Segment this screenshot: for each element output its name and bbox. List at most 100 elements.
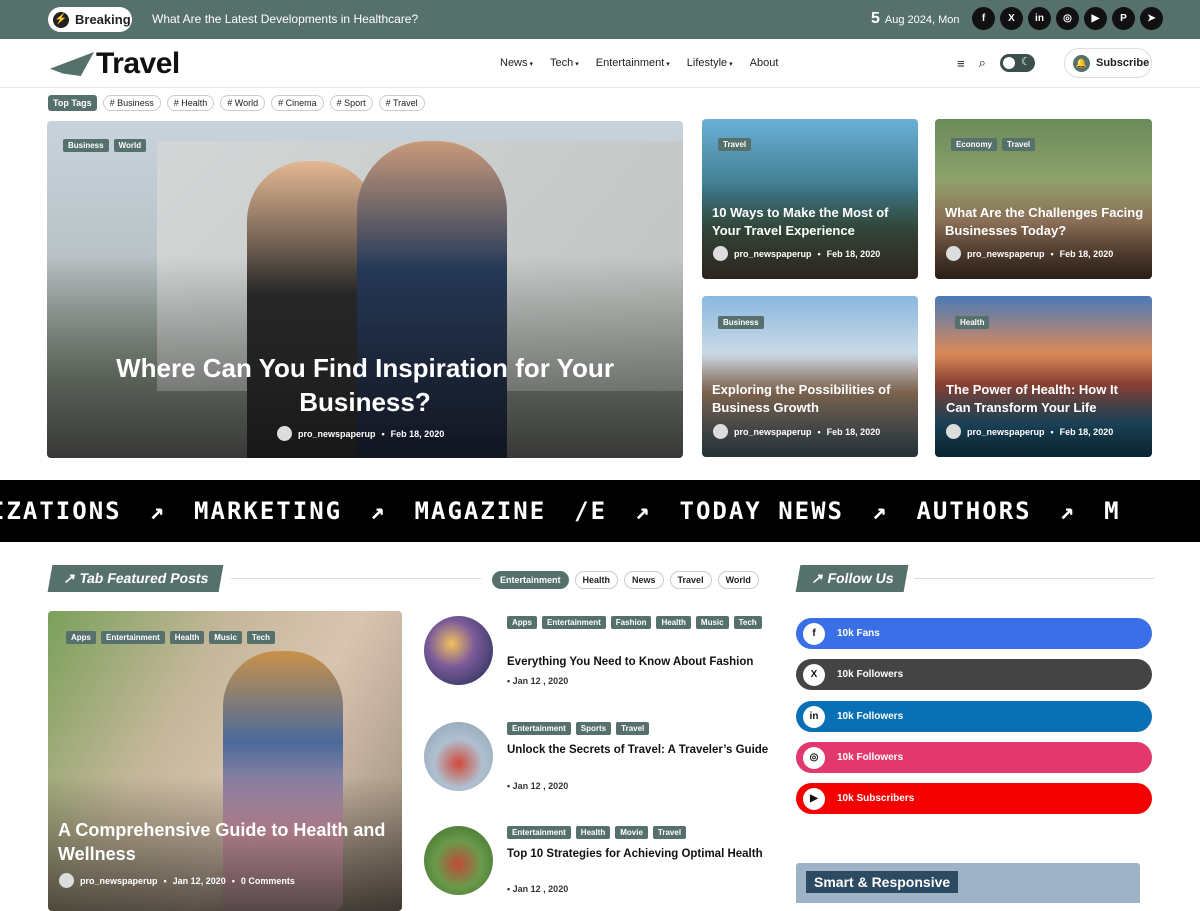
subscribe-button[interactable]: 🔔 Subscribe: [1064, 48, 1152, 78]
search-icon[interactable]: ⌕: [979, 55, 986, 71]
marquee-item[interactable]: IZATIONS: [0, 497, 122, 525]
tag-sport[interactable]: # Sport: [329, 95, 373, 111]
badge-health[interactable]: Health: [169, 631, 205, 644]
post-thumbnail[interactable]: [424, 616, 493, 685]
marquee-item[interactable]: /E: [574, 497, 607, 525]
badge-travel[interactable]: Travel: [718, 138, 752, 151]
breaking-headline[interactable]: What Are the Latest Developments in Heal…: [152, 12, 418, 26]
menu-item-news[interactable]: News ▾: [500, 57, 533, 69]
follow-linkedin[interactable]: in 10k Followers: [796, 701, 1152, 732]
badge-travel[interactable]: Travel: [1002, 138, 1036, 151]
pinterest-icon[interactable]: P: [1112, 7, 1135, 30]
badge-entertainment[interactable]: Entertainment: [507, 722, 571, 735]
tab-news[interactable]: News: [624, 571, 664, 589]
marquee-item[interactable]: MAGAZINE: [415, 497, 547, 525]
tag-world[interactable]: # World: [220, 95, 266, 111]
menu-item-lifestyle[interactable]: Lifestyle ▾: [687, 57, 733, 69]
facebook-icon[interactable]: f: [972, 7, 995, 30]
post-author[interactable]: pro_newspaperup: [967, 249, 1045, 259]
badge-music[interactable]: Music: [209, 631, 242, 644]
badge-entertainment[interactable]: Entertainment: [542, 616, 606, 629]
grid-post[interactable]: Travel 10 Ways to Make the Most of Your …: [702, 119, 918, 279]
tab-entertainment[interactable]: Entertainment: [492, 571, 569, 589]
marquee-item[interactable]: AUTHORS: [916, 497, 1031, 525]
tab-health[interactable]: Health: [574, 571, 619, 589]
badge-world[interactable]: World: [113, 139, 147, 152]
promo-banner[interactable]: Smart & Responsive: [796, 863, 1140, 903]
x-icon[interactable]: X: [1000, 7, 1023, 30]
menu-item-about[interactable]: About: [750, 57, 779, 69]
badge-travel[interactable]: Travel: [652, 826, 687, 839]
follow-instagram[interactable]: ◎ 10k Followers: [796, 742, 1152, 773]
list-item[interactable]: Apps Entertainment Fashion Health Music …: [424, 616, 784, 696]
breaking-badge[interactable]: ⚡ Breaking: [48, 7, 132, 32]
post-title[interactable]: The Power of Health: How It Can Transfor…: [946, 381, 1146, 417]
bell-icon: 🔔: [1073, 54, 1090, 72]
post-title[interactable]: Exploring the Possibilities of Business …: [712, 381, 912, 417]
telegram-icon[interactable]: ➤: [1140, 7, 1163, 30]
marquee-item[interactable]: TODAY NEWS: [680, 497, 845, 525]
grid-post[interactable]: Health The Power of Health: How It Can T…: [935, 296, 1152, 457]
grid-post[interactable]: Business Exploring the Possibilities of …: [702, 296, 918, 457]
marquee-item[interactable]: MARKETING: [194, 497, 342, 525]
post-author[interactable]: pro_newspaperup: [967, 427, 1045, 437]
badge-business[interactable]: Business: [63, 139, 109, 152]
post-title[interactable]: Top 10 Strategies for Achieving Optimal …: [507, 846, 777, 863]
follow-facebook[interactable]: f 10k Fans: [796, 618, 1152, 649]
badge-health[interactable]: Health: [575, 826, 611, 839]
badge-sports[interactable]: Sports: [575, 722, 612, 735]
badge-economy[interactable]: Economy: [951, 138, 998, 151]
dark-mode-toggle[interactable]: [999, 54, 1035, 72]
linkedin-icon[interactable]: in: [1028, 7, 1051, 30]
post-title[interactable]: Unlock the Secrets of Travel: A Traveler…: [507, 742, 777, 759]
hamburger-icon[interactable]: ≡: [957, 56, 965, 71]
tag-health[interactable]: # Health: [166, 95, 215, 111]
menu-item-entertainment[interactable]: Entertainment ▾: [596, 57, 670, 69]
badge-entertainment[interactable]: Entertainment: [101, 631, 165, 644]
current-date: 5 Aug 2024, Mon: [871, 10, 960, 28]
menu-item-tech[interactable]: Tech ▾: [550, 57, 579, 69]
post-comments[interactable]: 0 Comments: [241, 876, 295, 886]
list-item[interactable]: Entertainment Health Movie Travel Top 10…: [424, 826, 784, 901]
post-title[interactable]: Everything You Need to Know About Fashio…: [507, 654, 777, 671]
menu-label: News: [500, 57, 528, 69]
tab-travel[interactable]: Travel: [669, 571, 712, 589]
post-thumbnail[interactable]: [424, 826, 493, 895]
hero-title[interactable]: Where Can You Find Inspiration for Your …: [87, 351, 643, 419]
tab-world[interactable]: World: [717, 571, 759, 589]
grid-post[interactable]: Economy Travel What Are the Challenges F…: [935, 119, 1152, 279]
post-author[interactable]: pro_newspaperup: [80, 876, 158, 886]
badge-tech[interactable]: Tech: [733, 616, 762, 629]
follow-heading: ↗ Follow Us: [795, 565, 1154, 592]
hero-author[interactable]: pro_newspaperup: [298, 429, 376, 439]
post-title[interactable]: What Are the Challenges Facing Businesse…: [945, 204, 1145, 240]
badge-health[interactable]: Health: [955, 316, 990, 329]
post-title[interactable]: 10 Ways to Make the Most of Your Travel …: [712, 204, 912, 240]
site-logo[interactable]: Travel: [50, 47, 180, 81]
tag-cinema[interactable]: # Cinema: [271, 95, 324, 111]
instagram-icon[interactable]: ◎: [1056, 7, 1079, 30]
list-item[interactable]: Entertainment Sports Travel Unlock the S…: [424, 722, 784, 802]
hero-post[interactable]: Business World Where Can You Find Inspir…: [47, 121, 683, 458]
badge-movie[interactable]: Movie: [615, 826, 648, 839]
tag-business[interactable]: # Business: [102, 95, 161, 111]
post-author[interactable]: pro_newspaperup: [734, 249, 812, 259]
badge-fashion[interactable]: Fashion: [610, 616, 652, 629]
badge-music[interactable]: Music: [695, 616, 729, 629]
follow-youtube[interactable]: ▶ 10k Subscribers: [796, 783, 1152, 814]
badge-health[interactable]: Health: [656, 616, 691, 629]
marquee-item[interactable]: M: [1104, 497, 1120, 525]
badge-business[interactable]: Business: [718, 316, 764, 329]
post-thumbnail[interactable]: [424, 722, 493, 791]
youtube-icon[interactable]: ▶: [1084, 7, 1107, 30]
featured-big-post[interactable]: Apps Entertainment Health Music Tech A C…: [48, 611, 402, 911]
badge-apps[interactable]: Apps: [507, 616, 537, 629]
badge-apps[interactable]: Apps: [66, 631, 96, 644]
badge-tech[interactable]: Tech: [246, 631, 275, 644]
badge-entertainment[interactable]: Entertainment: [507, 826, 571, 839]
badge-travel[interactable]: Travel: [616, 722, 650, 735]
tag-travel[interactable]: # Travel: [378, 95, 425, 111]
post-title[interactable]: A Comprehensive Guide to Health and Well…: [58, 818, 388, 866]
follow-x[interactable]: X 10k Followers: [796, 659, 1152, 690]
post-author[interactable]: pro_newspaperup: [734, 427, 812, 437]
